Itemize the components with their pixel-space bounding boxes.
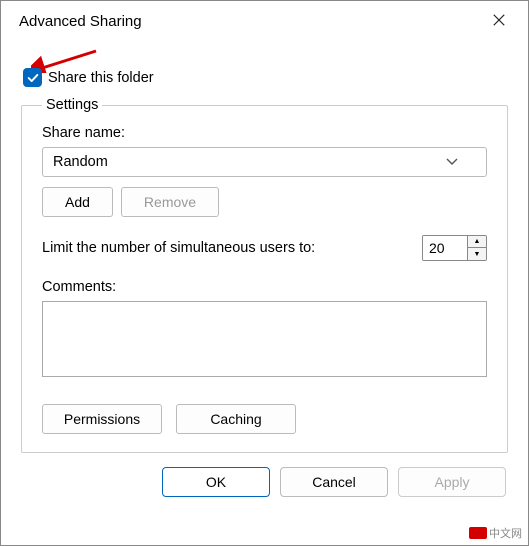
apply-label: Apply xyxy=(434,474,469,490)
share-folder-checkbox[interactable] xyxy=(23,68,42,87)
chevron-down-icon xyxy=(446,155,458,169)
window-title: Advanced Sharing xyxy=(19,13,142,30)
title-bar: Advanced Sharing xyxy=(1,1,528,42)
settings-legend: Settings xyxy=(42,97,102,113)
ok-button[interactable]: OK xyxy=(162,467,270,497)
limit-spinner[interactable]: ▲ ▼ xyxy=(422,235,487,261)
settings-group: Settings Share name: Random Add Remove L… xyxy=(21,97,508,453)
remove-button: Remove xyxy=(121,187,219,217)
share-folder-row: Share this folder xyxy=(23,68,510,87)
share-name-label: Share name: xyxy=(42,125,487,141)
watermark: 中文网 xyxy=(469,525,522,541)
spinner-up-icon[interactable]: ▲ xyxy=(468,236,486,248)
comments-textarea[interactable] xyxy=(42,301,487,377)
spinner-down-icon[interactable]: ▼ xyxy=(468,248,486,260)
cancel-button[interactable]: Cancel xyxy=(280,467,388,497)
watermark-logo-icon xyxy=(469,527,487,539)
watermark-text: 中文网 xyxy=(489,525,522,541)
limit-label: Limit the number of simultaneous users t… xyxy=(42,240,315,256)
caching-button[interactable]: Caching xyxy=(176,404,296,434)
permissions-button[interactable]: Permissions xyxy=(42,404,162,434)
share-name-select[interactable]: Random xyxy=(42,147,487,177)
share-folder-label: Share this folder xyxy=(48,70,154,86)
comments-label: Comments: xyxy=(42,279,487,295)
limit-input[interactable] xyxy=(423,236,467,260)
add-button[interactable]: Add xyxy=(42,187,113,217)
share-name-value: Random xyxy=(53,154,108,170)
close-icon[interactable] xyxy=(484,9,514,34)
apply-button: Apply xyxy=(398,467,506,497)
dialog-footer: OK Cancel Apply xyxy=(1,453,528,511)
